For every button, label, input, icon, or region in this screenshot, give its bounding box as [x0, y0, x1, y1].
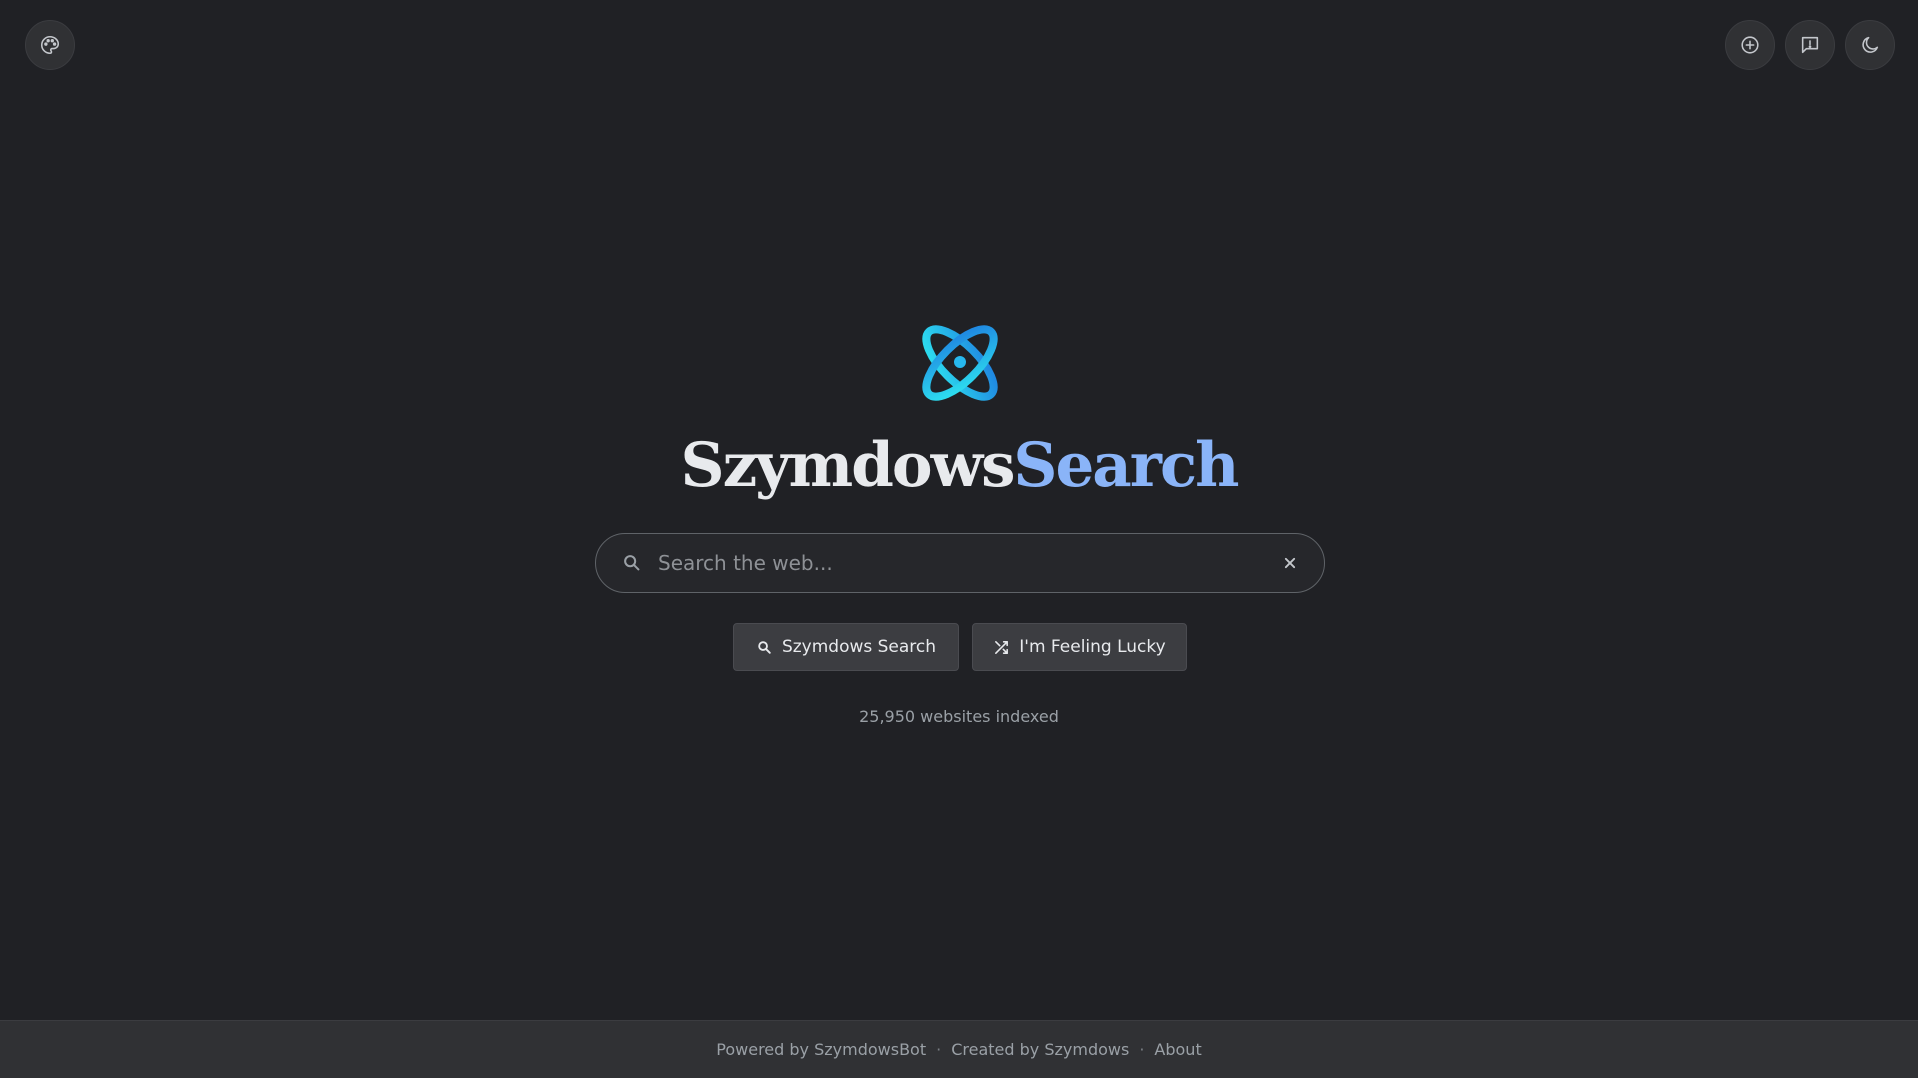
- brand-title: SzymdowsSearch: [0, 423, 1918, 509]
- page: SzymdowsSearch Szymdows Search I'm Feeli…: [0, 0, 1918, 1078]
- shuffle-icon: [995, 640, 1009, 654]
- search-icon: [758, 640, 771, 654]
- search-button-label: Szymdows Search: [781, 637, 937, 657]
- add-shortcut-button[interactable]: [1725, 20, 1775, 70]
- dark-mode-toggle[interactable]: [1845, 20, 1895, 70]
- feeling-lucky-button[interactable]: I'm Feeling Lucky: [972, 623, 1187, 671]
- moon-icon: [1862, 36, 1879, 53]
- theme-palette-button[interactable]: [25, 20, 75, 70]
- search-icon: [624, 555, 640, 571]
- powered-by-text: Powered by SzymdowsBot: [716, 1040, 927, 1059]
- footer-separator: ·: [1139, 1040, 1145, 1059]
- search-button[interactable]: Szymdows Search: [733, 623, 959, 671]
- brand-name-primary: Szymdows: [680, 430, 1016, 501]
- about-link[interactable]: About: [1154, 1040, 1201, 1059]
- add-circle-icon: [1741, 36, 1759, 54]
- close-icon[interactable]: [1280, 553, 1300, 573]
- feedback-icon: [1801, 36, 1819, 54]
- footer: Powered by SzymdowsBot · Created by Szym…: [0, 1020, 1918, 1078]
- feedback-button[interactable]: [1785, 20, 1835, 70]
- orbit-logo-icon: [922, 325, 998, 401]
- indexed-count: 25,950 websites indexed: [859, 707, 1059, 726]
- brand-name-accent: Search: [1013, 430, 1239, 501]
- footer-separator: ·: [936, 1040, 942, 1059]
- feeling-lucky-label: I'm Feeling Lucky: [1019, 637, 1166, 657]
- palette-icon: [41, 35, 60, 55]
- search-box: [595, 533, 1325, 593]
- created-by-text: Created by Szymdows: [951, 1040, 1130, 1059]
- search-input[interactable]: [656, 533, 1280, 593]
